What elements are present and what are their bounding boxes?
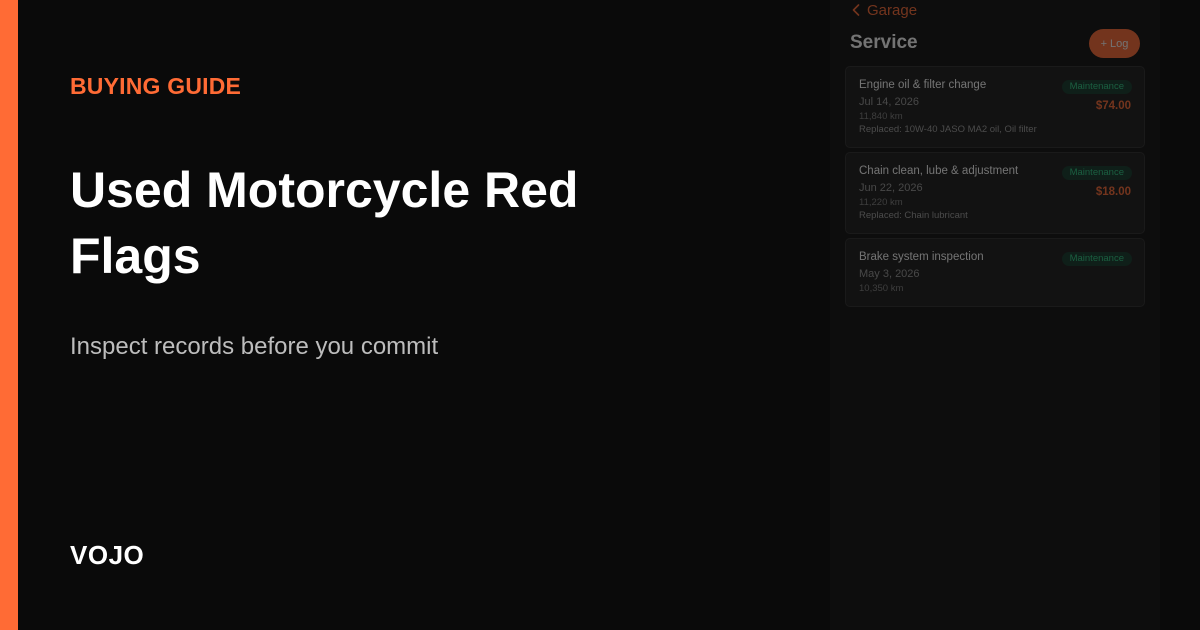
service-record-card[interactable]: Brake system inspection Maintenance May …: [845, 238, 1145, 307]
back-label: Garage: [867, 1, 918, 19]
record-title: Engine oil & filter change: [859, 79, 987, 91]
record-parts: Replaced: 10W-40 JASO MA2 oil, Oil filte…: [859, 124, 1037, 135]
record-date: Jun 22, 2026: [859, 182, 923, 194]
accent-bar: [0, 0, 18, 630]
service-app-screen: Garage Service + Log Engine oil & filter…: [830, 0, 1160, 630]
edge-strip: [1160, 0, 1200, 630]
add-log-button[interactable]: + Log: [1089, 29, 1140, 58]
page-subtitle: Inspect records before you commit: [70, 333, 439, 360]
record-date: Jul 14, 2026: [859, 96, 919, 108]
record-odometer: 11,220 km: [859, 197, 903, 208]
back-button[interactable]: Garage: [852, 0, 917, 20]
category-badge: Maintenance: [1061, 252, 1132, 266]
screen-title: Service: [850, 32, 918, 53]
eyebrow-label: BUYING GUIDE: [70, 73, 242, 99]
page-title: Used Motorcycle Red Flags: [70, 162, 579, 284]
category-badge: Maintenance: [1061, 80, 1132, 94]
record-cost: $74.00: [1095, 100, 1131, 112]
record-title: Brake system inspection: [859, 251, 984, 263]
service-record-card[interactable]: Chain clean, lube & adjustment Maintenan…: [845, 152, 1145, 234]
record-parts: Replaced: Chain lubricant: [859, 210, 968, 221]
record-title: Chain clean, lube & adjustment: [859, 165, 1019, 177]
service-record-card[interactable]: Engine oil & filter change Maintenance $…: [845, 66, 1145, 148]
brand-logo: VOJO: [70, 540, 145, 570]
record-odometer: 11,840 km: [859, 111, 903, 122]
record-cost: $18.00: [1095, 186, 1131, 198]
category-badge: Maintenance: [1061, 166, 1132, 180]
chevron-left-icon: [852, 4, 860, 16]
record-odometer: 10,350 km: [859, 283, 904, 294]
record-date: May 3, 2026: [859, 268, 920, 280]
